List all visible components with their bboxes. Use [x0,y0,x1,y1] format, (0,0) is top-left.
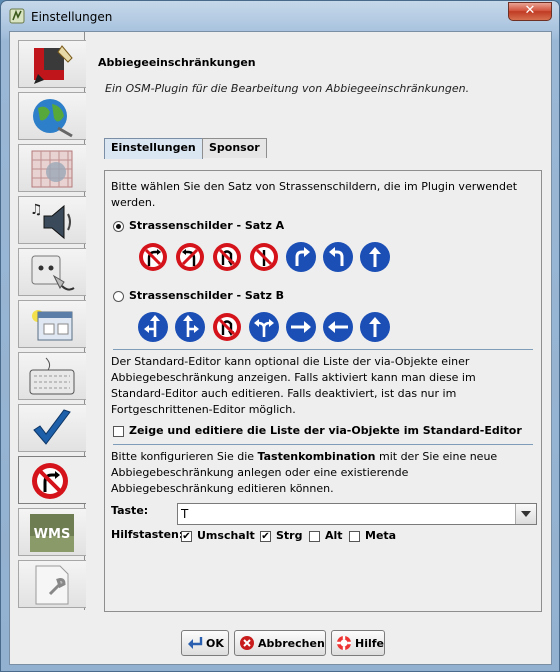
set-b-label: Strassenschilder - Satz B [129,289,285,302]
alt-label: Alt [325,529,343,542]
shortcut-text-line3: Abbiegebeschränkung editieren können. [111,482,334,495]
sign-set-intro-line2: werden. [111,196,156,209]
svg-text:♫: ♫ [30,202,43,218]
keyboard-icon [29,357,75,395]
only-left-turn-sign-a [323,242,353,272]
via-objects-label: Zeige und editiere die Liste der via-Obj… [129,424,522,437]
ok-button[interactable]: OK [181,630,229,656]
validator-settings-tab[interactable] [18,404,86,452]
only-straight-sign-b [360,312,390,342]
map-settings-tab[interactable] [18,92,86,140]
editor-text-line4: Fortgeschrittenen-Editor möglich. [111,403,296,416]
tab-content-panel: Bitte wählen Sie den Satz von Strassensc… [104,170,542,612]
wms-icon: WMS [30,514,74,552]
plug-icon [31,255,75,291]
enter-arrow-icon [188,637,203,649]
grid-icon [31,150,73,188]
no-turn-sign-icon [32,463,68,499]
shortcut-settings-tab[interactable] [18,352,86,400]
josm-app-icon [9,8,25,24]
separator-1 [113,349,533,350]
modifiers-label: Hilfstasten: [111,528,184,541]
set-b-radio[interactable] [113,291,124,302]
sign-set-a-icons [139,242,390,272]
meta-checkbox[interactable] [349,531,360,542]
tab-einstellungen[interactable]: Einstellungen [104,138,203,159]
only-right-turn-sign-a [286,242,316,272]
meta-label: Meta [365,529,397,542]
editor-text-line2: Abbiegebeschränkung anzeigen. Falls akti… [111,371,476,384]
shift-label: Umschalt [197,529,255,542]
via-objects-checkbox[interactable] [113,426,124,437]
only-straight-sign-a [360,242,390,272]
shortcut-text-line2: Abbiegebeschränkung anlegen oder eine ex… [111,466,409,479]
ctrl-label: Strg [276,529,303,542]
speaker-icon: ♫ [30,202,71,240]
no-u-turn-sign-b [213,313,241,341]
audio-settings-tab[interactable]: ♫ [18,196,86,244]
document-wrench-icon [35,565,69,605]
set-a-radio[interactable] [113,221,124,232]
cancel-button[interactable]: Abbrechen [234,630,326,656]
settings-sidebar: ♫ WMS [18,40,88,608]
dialog-window: Einstellungen ✕ ♫ WMS Abbiegeeinschränku… [0,0,560,672]
shortcut-text-line1: Bitte konfigurieren Sie die Tastenkombin… [111,450,498,463]
display-settings-tab[interactable] [18,40,86,88]
no-u-turn-sign-a [213,243,241,271]
separator-2 [113,444,533,445]
plugin-settings-tab[interactable] [18,300,86,348]
page-description: Ein OSM-Plugin für die Bearbeitung von A… [105,82,470,95]
wms-settings-tab[interactable]: WMS [18,508,86,556]
wms-label: WMS [34,527,71,542]
set-a-label: Strassenschilder - Satz A [129,219,285,232]
page-title: Abbiegeeinschränkungen [98,56,256,69]
tab-sponsor[interactable]: Sponsor [202,138,267,158]
only-right-or-straight-sign-b [175,312,205,342]
editor-text-line3: Standard-Editor auch editieren. Falls de… [111,387,457,400]
cancel-label: Abbrechen [258,637,325,650]
sign-set-b-icons [138,312,390,342]
projection-settings-tab[interactable] [18,144,86,192]
paint-brush-icon [34,45,73,84]
window-icon [32,310,73,341]
only-left-or-straight-sign-b [138,312,168,342]
only-left-or-right-sign-b [249,312,279,342]
shift-checkbox[interactable]: ✔ [181,531,192,542]
dialog-content: ♫ WMS Abbiegeeinschränkungen Ein OSM-Plu… [9,31,552,665]
checkmark-icon [33,409,71,445]
window-title: Einstellungen [31,10,113,24]
cancel-icon [240,636,254,650]
help-label: Hilfe [355,637,384,650]
close-button[interactable]: ✕ [508,2,552,21]
advanced-settings-tab[interactable] [18,560,86,608]
ctrl-checkbox[interactable]: ✔ [260,531,271,542]
key-label: Taste: [111,504,149,517]
no-right-turn-sign-a [176,243,204,271]
lifebuoy-icon [337,636,351,650]
no-left-turn-sign-a [139,243,167,271]
only-right-sign-b [286,312,316,342]
editor-text-line1: Der Standard-Editor kann optional die Li… [111,355,470,368]
no-straight-sign-a [250,243,278,271]
help-button[interactable]: Hilfe [331,630,385,656]
alt-checkbox[interactable] [309,531,320,542]
ok-label: OK [206,637,224,650]
chevron-down-icon[interactable] [515,504,536,524]
key-select-value: T [181,507,189,521]
sign-set-intro-line1: Bitte wählen Sie den Satz von Strassensc… [111,180,518,193]
key-select[interactable]: T [177,503,537,525]
turnrestrictions-settings-tab[interactable] [18,456,86,504]
title-bar[interactable]: Einstellungen ✕ [1,1,559,33]
connection-settings-tab[interactable] [18,248,86,296]
globe-icon [33,99,73,138]
only-left-sign-b [323,312,353,342]
